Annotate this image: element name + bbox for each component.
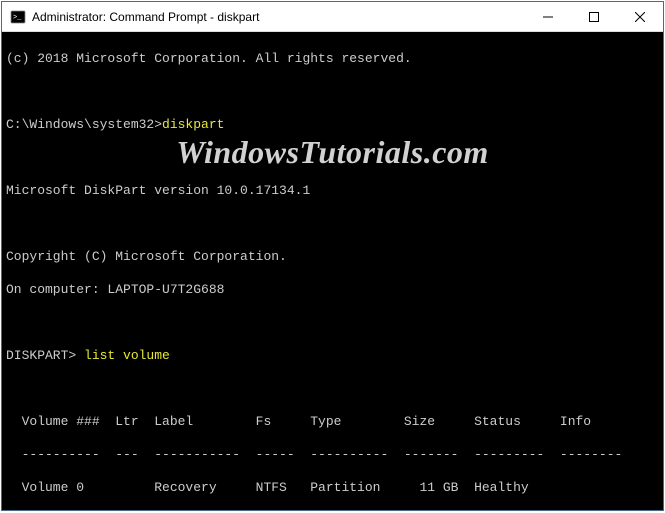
blank-line xyxy=(6,216,659,233)
maximize-button[interactable] xyxy=(571,2,617,31)
output-line: (c) 2018 Microsoft Corporation. All righ… xyxy=(6,51,659,68)
table-rule: ---------- --- ----------- ----- -------… xyxy=(6,447,659,464)
blank-line xyxy=(6,84,659,101)
output-line: Copyright (C) Microsoft Corporation. xyxy=(6,249,659,266)
close-button[interactable] xyxy=(617,2,663,31)
blank-line xyxy=(6,315,659,332)
minimize-button[interactable] xyxy=(525,2,571,31)
blank-line xyxy=(6,150,659,167)
prompt-line: C:\Windows\system32>diskpart xyxy=(6,117,659,134)
cmd-window: >_ Administrator: Command Prompt - diskp… xyxy=(1,1,664,511)
cmd-icon: >_ xyxy=(10,9,26,25)
output-line: On computer: LAPTOP-U7T2G688 xyxy=(6,282,659,299)
output-line: Microsoft DiskPart version 10.0.17134.1 xyxy=(6,183,659,200)
prompt-label: DISKPART> xyxy=(6,348,84,363)
table-header: Volume ### Ltr Label Fs Type Size Status… xyxy=(6,414,659,431)
terminal-area[interactable]: (c) 2018 Microsoft Corporation. All righ… xyxy=(2,32,663,510)
blank-line xyxy=(6,381,659,398)
prompt-line: DISKPART> list volume xyxy=(6,348,659,365)
table-row: Volume 0 Recovery NTFS Partition 11 GB H… xyxy=(6,480,659,497)
prompt-path: C:\Windows\system32> xyxy=(6,117,162,132)
typed-command: list volume xyxy=(84,348,170,363)
typed-command: diskpart xyxy=(162,117,224,132)
svg-text:>_: >_ xyxy=(13,14,22,22)
window-controls xyxy=(525,2,663,31)
titlebar[interactable]: >_ Administrator: Command Prompt - diskp… xyxy=(2,2,663,32)
window-title: Administrator: Command Prompt - diskpart xyxy=(32,10,525,24)
